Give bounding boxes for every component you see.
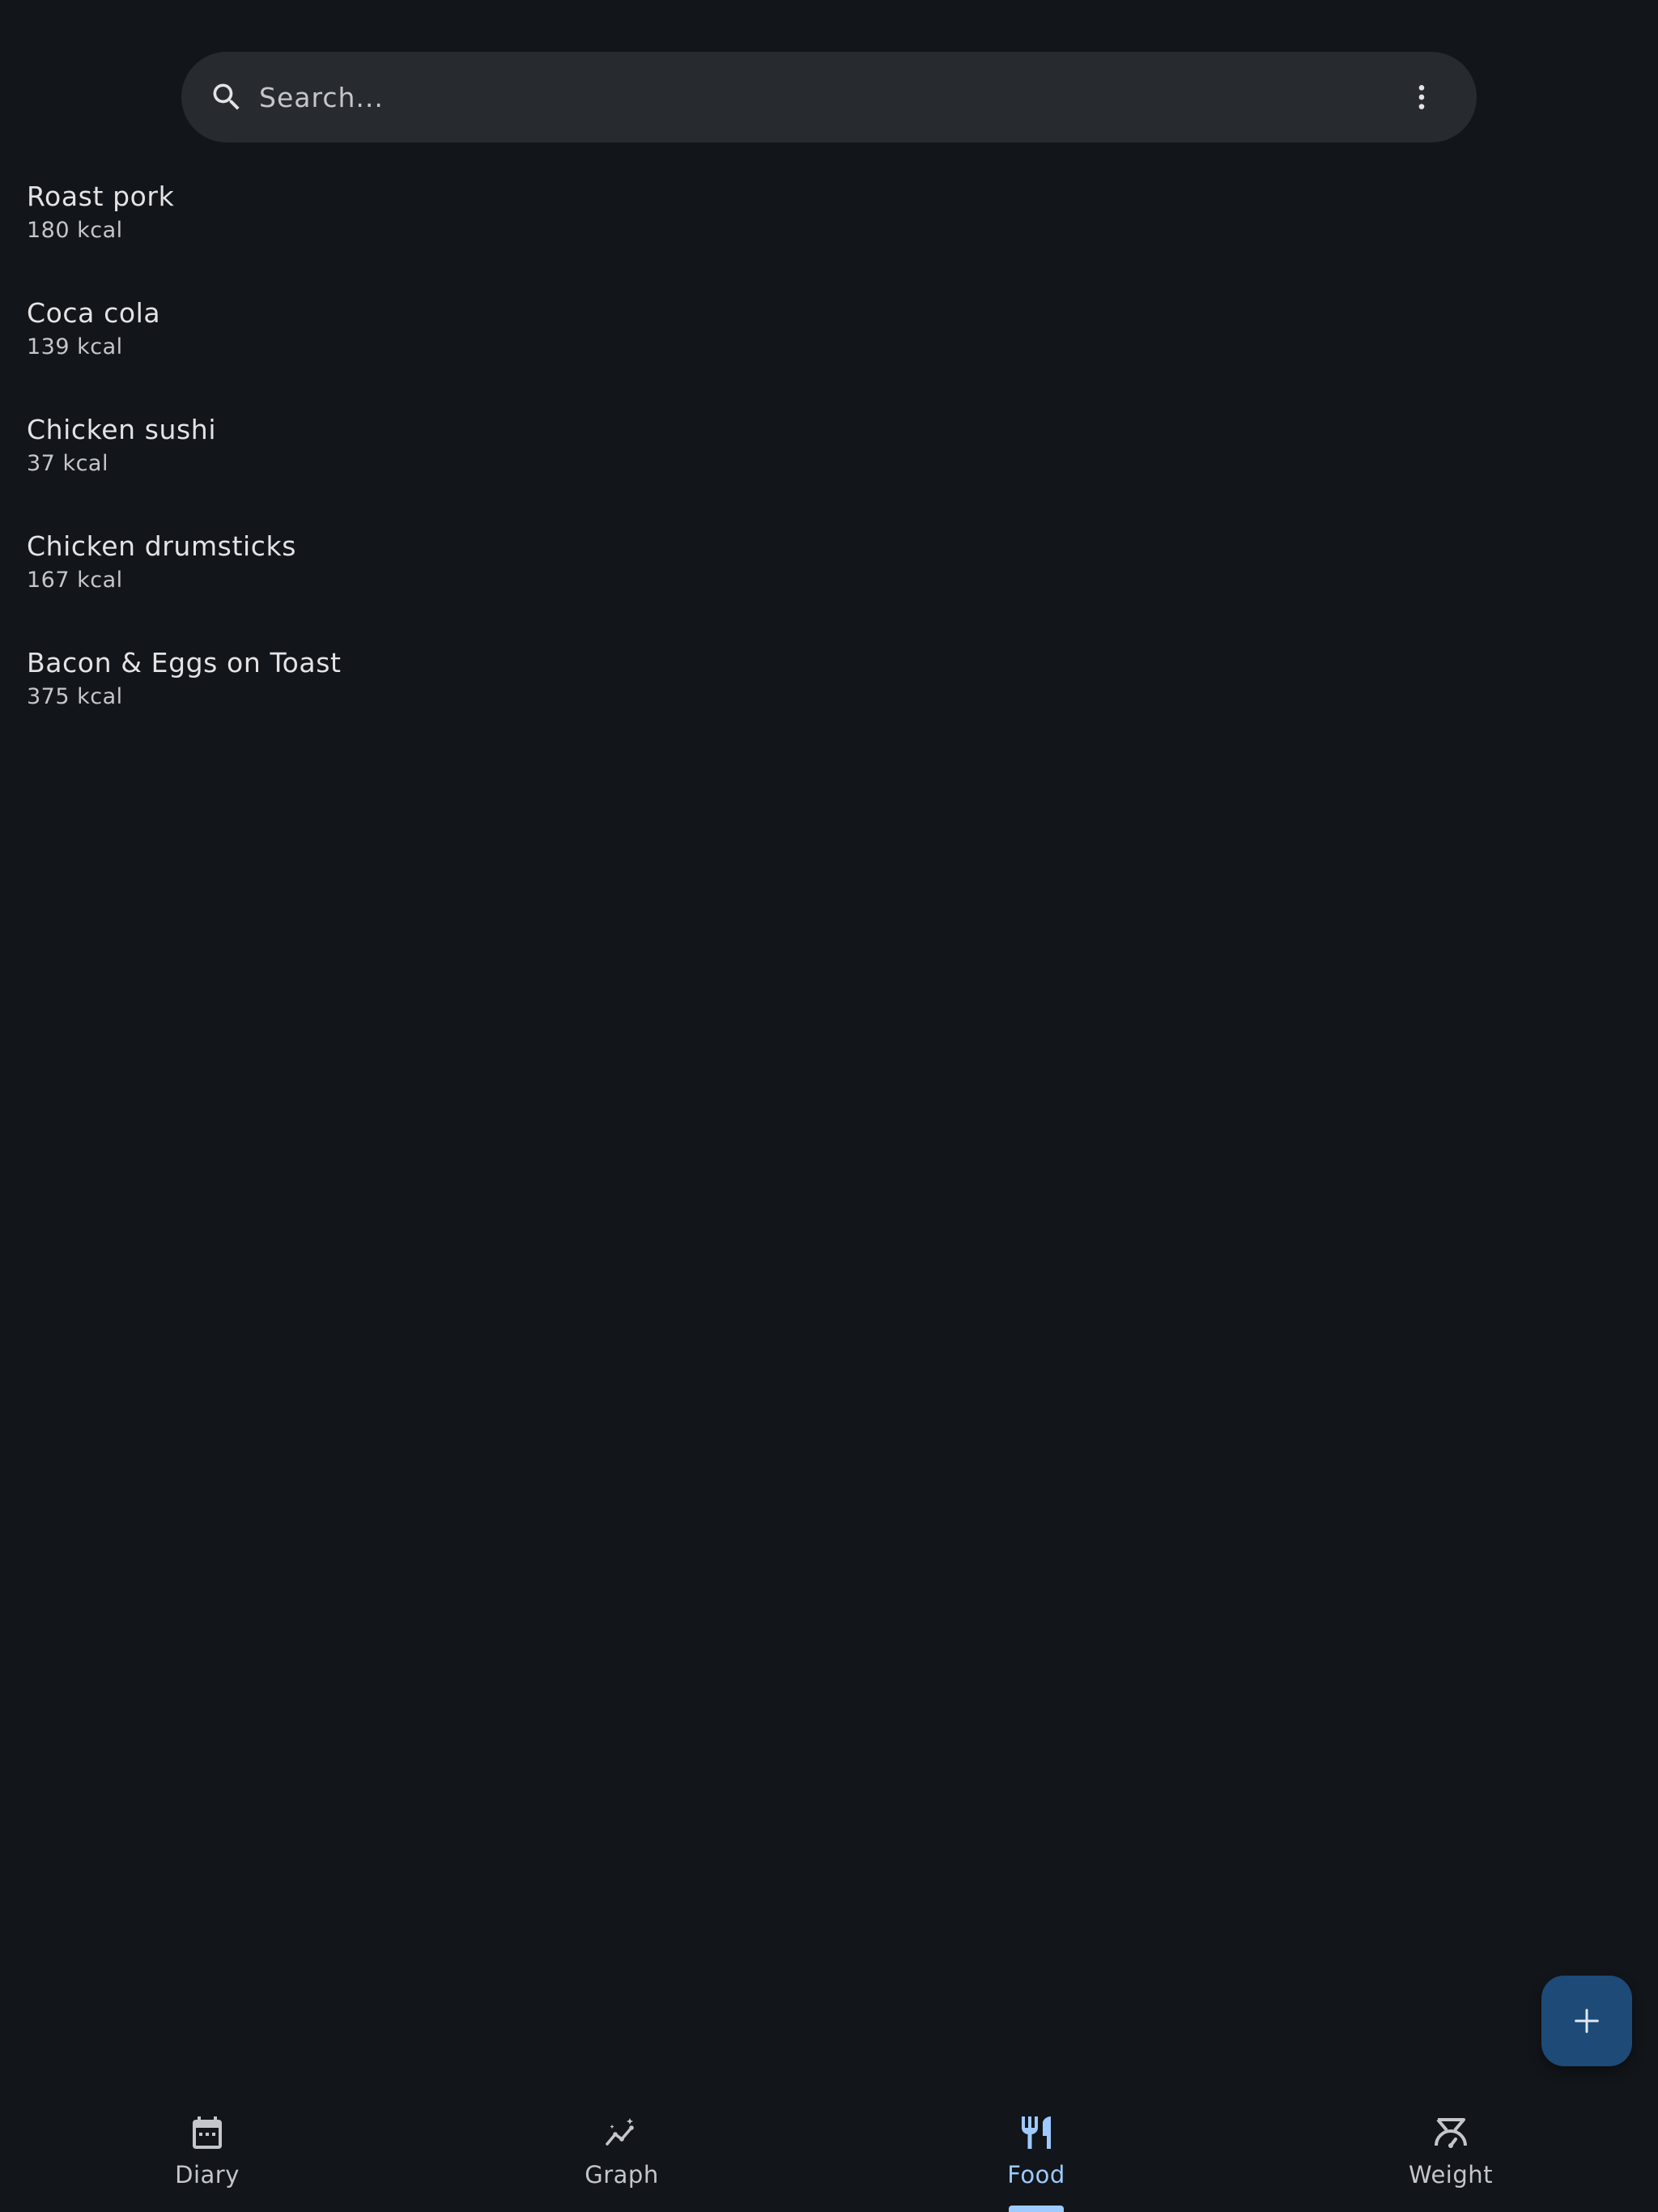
plus-icon <box>1575 2009 1599 2033</box>
food-screen: Roast pork 180 kcal Coca cola 139 kcal C… <box>0 0 1658 2212</box>
calendar-icon <box>193 2116 222 2149</box>
nav-label: Food <box>1007 2161 1065 2189</box>
food-list: Roast pork 180 kcal Coca cola 139 kcal C… <box>0 170 1658 753</box>
food-name: Chicken sushi <box>27 414 217 445</box>
scale-icon <box>1435 2118 1467 2148</box>
food-name: Roast pork <box>27 181 175 212</box>
food-kcal: 180 kcal <box>27 218 123 243</box>
list-item[interactable]: Bacon & Eggs on Toast 375 kcal <box>0 636 1658 753</box>
bottom-navigation: Diary Graph Food Weight <box>0 2089 1658 2212</box>
active-tab-indicator <box>1009 2206 1064 2212</box>
food-name: Coca cola <box>27 297 161 329</box>
food-kcal: 139 kcal <box>27 334 123 359</box>
search-icon <box>209 79 244 115</box>
list-item[interactable]: Chicken sushi 37 kcal <box>0 403 1658 520</box>
search-input[interactable] <box>259 71 1312 123</box>
food-kcal: 37 kcal <box>27 451 108 476</box>
more-vert-icon <box>1418 85 1425 109</box>
food-name: Chicken drumsticks <box>27 530 297 562</box>
list-item[interactable]: Roast pork 180 kcal <box>0 170 1658 287</box>
nav-item-weight[interactable]: Weight <box>1244 2089 1658 2212</box>
food-name: Bacon & Eggs on Toast <box>27 647 342 678</box>
list-item[interactable]: Chicken drumsticks 167 kcal <box>0 520 1658 636</box>
nav-item-diary[interactable]: Diary <box>0 2089 414 2212</box>
nav-item-food[interactable]: Food <box>829 2089 1244 2212</box>
graph-icon <box>606 2118 634 2146</box>
food-icon <box>1022 2116 1051 2149</box>
add-food-button[interactable] <box>1541 1976 1632 2066</box>
food-kcal: 167 kcal <box>27 568 123 593</box>
food-kcal: 375 kcal <box>27 684 123 709</box>
more-options-button[interactable] <box>1399 74 1444 120</box>
nav-label: Weight <box>1408 2161 1494 2189</box>
search-bar[interactable] <box>181 52 1477 143</box>
nav-item-graph[interactable]: Graph <box>414 2089 829 2212</box>
nav-label: Graph <box>585 2161 659 2189</box>
list-item[interactable]: Coca cola 139 kcal <box>0 287 1658 403</box>
nav-label: Diary <box>175 2161 240 2189</box>
